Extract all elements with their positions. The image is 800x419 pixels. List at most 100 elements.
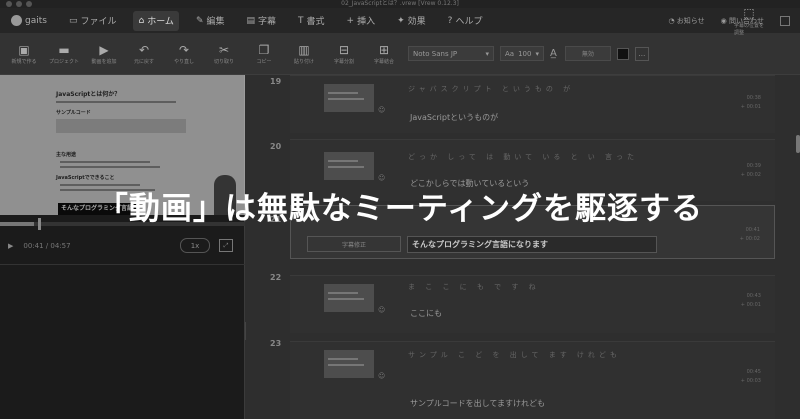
speaker-icon: ☺ (378, 174, 386, 182)
clip-thumbnail[interactable] (324, 350, 374, 378)
clip-thumbnail[interactable] (324, 84, 374, 112)
font-size-prefix: Aa (505, 49, 515, 58)
clip-card[interactable]: ☺ ジャバスクリプト というもの が JavaScriptというものが 00:3… (290, 75, 775, 133)
help-icon: ? (447, 15, 453, 26)
tab-effect[interactable]: ✦ 効果 (392, 11, 431, 31)
undo-button[interactable]: ↶ 元に戻す (128, 42, 160, 65)
preview-section-title: 主な用途 (56, 152, 77, 158)
tab-edit[interactable]: ✎ 編集 (191, 11, 230, 31)
clip-subtitle[interactable]: ここにも (410, 308, 442, 319)
scrollbar[interactable] (796, 135, 800, 153)
clip-duration: + 00:02 (740, 172, 761, 178)
clip-subtitle[interactable]: サンプルコードを出してますけれども (410, 398, 545, 409)
button-label: やり直し (173, 59, 194, 65)
insert-icon: + (346, 15, 355, 26)
redo-icon: ↷ (178, 43, 190, 57)
notifications-link[interactable]: ◔ お知らせ (668, 16, 704, 26)
header-right: ◔ お知らせ ◉ 問い合わせ (668, 8, 790, 33)
clip-thumbnail[interactable] (324, 284, 374, 312)
clip-card[interactable]: ☺ ま こ こ に も で す ね ここにも 00:43 + 00:01 (290, 275, 775, 333)
button-label: 字幕結合 (373, 59, 394, 65)
button-label: 新規で作る (11, 59, 37, 65)
undo-icon: ↶ (138, 43, 150, 57)
font-size-select[interactable]: Aa 100 ▾ (500, 46, 544, 61)
tab-file[interactable]: ▭ ファイル (64, 11, 122, 31)
clip-start: 00:39 (746, 163, 761, 169)
clip-duration: + 00:03 (740, 378, 761, 384)
tab-help[interactable]: ? ヘルプ (443, 11, 488, 31)
color-swatch[interactable] (616, 47, 629, 60)
chevron-down-icon: ▾ (535, 49, 539, 58)
divider (0, 264, 245, 265)
button-label: 字幕分割 (333, 59, 354, 65)
project-icon: ▬ (58, 43, 70, 57)
play-icon[interactable]: ▶ (8, 242, 13, 250)
color-select[interactable]: 無効 (564, 46, 611, 61)
tab-subtitle[interactable]: ▤ 字幕 (242, 11, 282, 31)
speaker-icon: ☺ (378, 372, 386, 380)
player-panel: JavaScriptとは何か？ サンプルコード 主な用途 JavaScriptで… (0, 75, 245, 419)
cut-button[interactable]: ✂ 切り取り (208, 42, 240, 65)
overlay-headline: 「動画」は無駄なミーティングを駆逐する (96, 191, 704, 227)
redo-button[interactable]: ↷ やり直し (168, 42, 200, 65)
clip-card[interactable]: ☺ サンプル こ ど を 出して ます けれども サンプルコードを出してますけれ… (290, 341, 775, 419)
edit-icon: ✎ (195, 15, 204, 26)
font-size-value: 100 (518, 49, 532, 58)
tab-label: ヘルプ (455, 17, 483, 27)
clip-start: 00:38 (746, 95, 761, 101)
button-label: コピー (256, 59, 272, 65)
window-titlebar: 02_JavaScriptとは？.vrew [Vrew 0.12.3] (0, 0, 800, 8)
fullscreen-icon[interactable]: ⤢ (219, 239, 233, 252)
more-icon[interactable]: … (634, 46, 649, 61)
preview-line (60, 166, 160, 168)
text-color-icon[interactable]: A̲ (550, 48, 557, 59)
chat-icon: ◉ (720, 16, 729, 25)
bell-icon: ◔ (668, 16, 677, 25)
clip-duration: + 00:01 (740, 302, 761, 308)
preview-code-box (56, 119, 186, 133)
file-icon: ▭ (68, 15, 78, 26)
preview-line (60, 161, 150, 163)
subtitle-position-button[interactable]: ⬚ 字幕の位置を調整 (734, 6, 764, 36)
subtitle-edit-input[interactable]: そんなプログラミング言語になります (407, 236, 657, 253)
scissors-icon: ✂ (218, 43, 230, 57)
notifications-label: お知らせ (676, 16, 705, 25)
new-file-icon: ▣ (18, 43, 30, 57)
clip-start: 00:45 (746, 369, 761, 375)
color-value: 無効 (581, 51, 594, 58)
preview-section-title: JavaScriptでできること (56, 175, 115, 181)
split-button[interactable]: ⊟ 字幕分割 (328, 42, 360, 65)
window-title: 02_JavaScriptとは？.vrew [Vrew 0.12.3] (341, 0, 459, 7)
add-video-button[interactable]: ▶ 動画を追加 (88, 42, 120, 65)
font-select[interactable]: Noto Sans JP ▾ (408, 46, 494, 61)
tab-insert[interactable]: + 挿入 (342, 11, 381, 31)
tab-home[interactable]: ⌂ ホーム (133, 10, 179, 31)
preview-line (56, 101, 176, 103)
merge-button[interactable]: ⊞ 字幕結合 (368, 42, 400, 65)
copy-button[interactable]: ❐ コピー (248, 42, 280, 65)
tab-label: 編集 (206, 17, 225, 27)
export-icon[interactable] (780, 15, 790, 26)
new-button[interactable]: ▣ 新規で作る (8, 42, 40, 65)
button-label: 元に戻す (133, 59, 154, 65)
project-button[interactable]: ▬ プロジェクト (48, 42, 80, 65)
speed-button[interactable]: 1x (180, 238, 210, 253)
clip-furigana: どっか しって は 動いて いる と い 言った (408, 153, 639, 161)
user-icon (11, 15, 22, 26)
clip-list: 19 ☺ ジャバスクリプト というもの が JavaScriptというものが 0… (246, 75, 800, 419)
subtitle-edit-label[interactable]: 字幕修正 (307, 236, 401, 252)
split-icon: ⊟ (338, 43, 350, 57)
tab-format[interactable]: T 書式 (293, 11, 330, 31)
clip-times: 00:43 + 00:01 (741, 292, 761, 310)
paste-button[interactable]: ▥ 貼り付け (288, 42, 320, 65)
clip-times: 00:39 + 00:02 (741, 162, 761, 180)
speaker-icon: ☺ (378, 306, 386, 314)
add-video-icon: ▶ (99, 43, 109, 57)
copy-icon: ❐ (258, 43, 270, 57)
clip-duration: + 00:02 (739, 236, 760, 242)
time-display: 00:41 / 04:57 (23, 242, 71, 250)
subtitle-icon: ▤ (246, 15, 256, 26)
clip-thumbnail[interactable] (324, 152, 374, 180)
tab-user[interactable]: gaits (6, 11, 52, 31)
clip-subtitle[interactable]: JavaScriptというものが (410, 112, 498, 123)
